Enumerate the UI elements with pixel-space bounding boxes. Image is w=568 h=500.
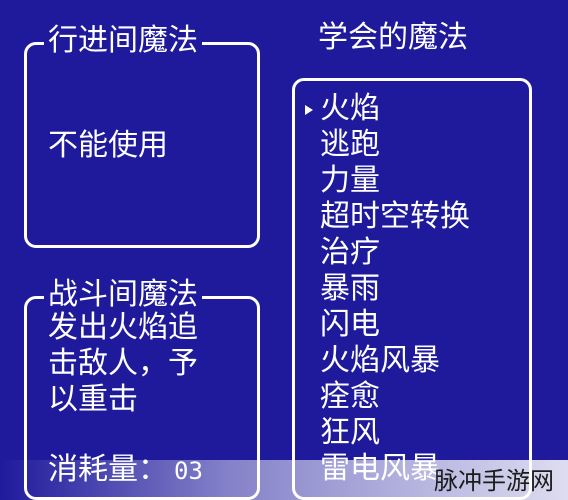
spell-item[interactable]: 狂风	[320, 415, 470, 451]
selection-cursor-icon	[305, 105, 313, 115]
spell-item[interactable]: 火焰	[320, 91, 470, 127]
description-line: 发出火焰追	[48, 310, 198, 345]
spell-item[interactable]: 痊愈	[320, 379, 470, 415]
spell-item[interactable]: 逃跑	[320, 127, 470, 163]
spell-item[interactable]: 闪电	[320, 307, 470, 343]
spell-item[interactable]: 火焰风暴	[320, 343, 470, 379]
battle-magic-title: 战斗间魔法	[44, 278, 202, 312]
spell-list: 火焰 逃跑 力量 超时空转换 治疗 暴雨 闪电 火焰风暴 痊愈 狂风 雷电风暴	[320, 91, 470, 487]
field-magic-title: 行进间魔法	[44, 24, 202, 58]
spell-item[interactable]: 治疗	[320, 235, 470, 271]
watermark-logo: 脉冲手游网	[434, 467, 554, 495]
spell-item[interactable]: 暴雨	[320, 271, 470, 307]
field-magic-status: 不能使用	[48, 128, 168, 163]
learned-magic-title: 学会的魔法	[318, 20, 468, 55]
spell-item[interactable]: 力量	[320, 163, 470, 199]
description-line: 以重击	[48, 382, 138, 417]
spell-item[interactable]: 超时空转换	[320, 199, 470, 235]
description-line: 击敌人，予	[48, 346, 198, 381]
spell-description: 发出火焰追 击敌人，予 以重击	[48, 310, 198, 418]
